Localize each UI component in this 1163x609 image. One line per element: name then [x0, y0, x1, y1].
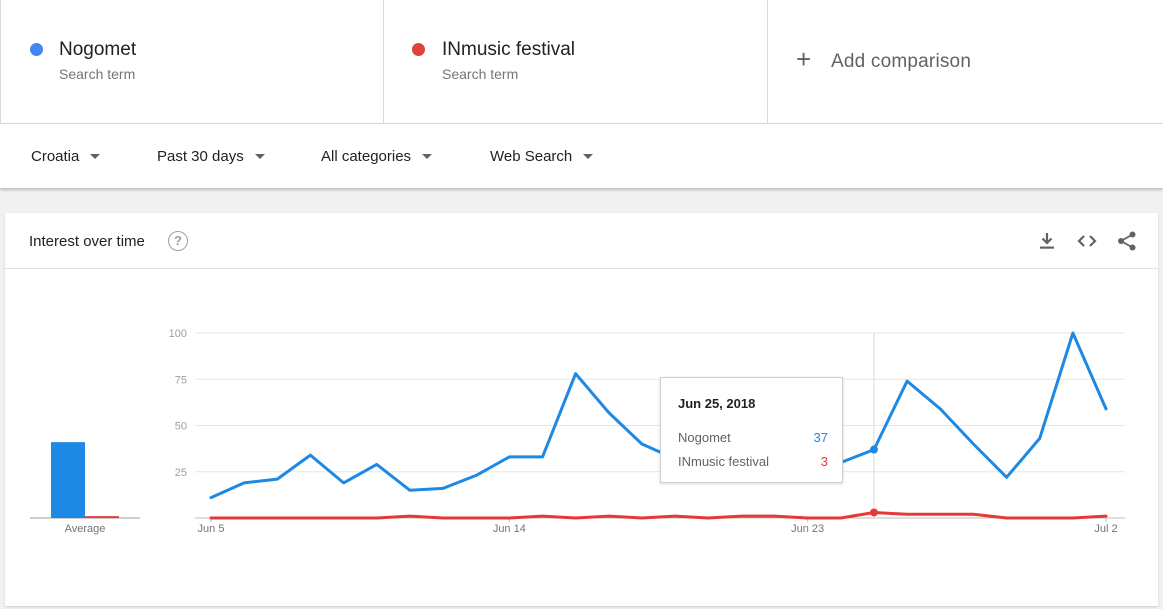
y-tick-label: 75 [175, 374, 187, 386]
x-tick-label: Jul 2 [1094, 523, 1117, 535]
x-tick-label: Jun 5 [198, 523, 225, 535]
average-label: Average [65, 523, 106, 535]
x-tick-label: Jun 23 [791, 523, 824, 535]
highlight-point [869, 508, 878, 517]
tooltip-series-value: 37 [813, 430, 828, 445]
y-tick-label: 100 [169, 328, 187, 340]
x-tick-label: Jun 14 [493, 523, 526, 535]
chart-tooltip: Jun 25, 2018 Nogomet 37 INmusic festival… [660, 377, 843, 483]
tooltip-series-value: 3 [820, 454, 828, 469]
tooltip-row: Nogomet 37 [678, 430, 828, 445]
tooltip-row: INmusic festival 3 [678, 454, 828, 469]
highlight-point [869, 445, 878, 454]
tooltip-date: Jun 25, 2018 [678, 396, 756, 411]
x-axis-labels: Jun 5 Jun 14 Jun 23 Jul 2 [198, 518, 1118, 535]
y-tick-label: 50 [175, 421, 187, 433]
series-line [209, 331, 1108, 500]
average-bar [85, 516, 119, 518]
tooltip-series-name: INmusic festival [678, 454, 770, 469]
y-tick-label: 25 [175, 467, 187, 479]
interest-chart: 25 50 75 100 Jun 5 Jun 14 Jun 23 Jul 2 Average [30, 328, 1125, 535]
average-bars: Average [30, 442, 140, 535]
average-bar [51, 442, 85, 518]
series-line [209, 511, 1108, 520]
tooltip-series-name: Nogomet [678, 430, 731, 445]
y-axis-labels: 25 50 75 100 [169, 328, 187, 479]
